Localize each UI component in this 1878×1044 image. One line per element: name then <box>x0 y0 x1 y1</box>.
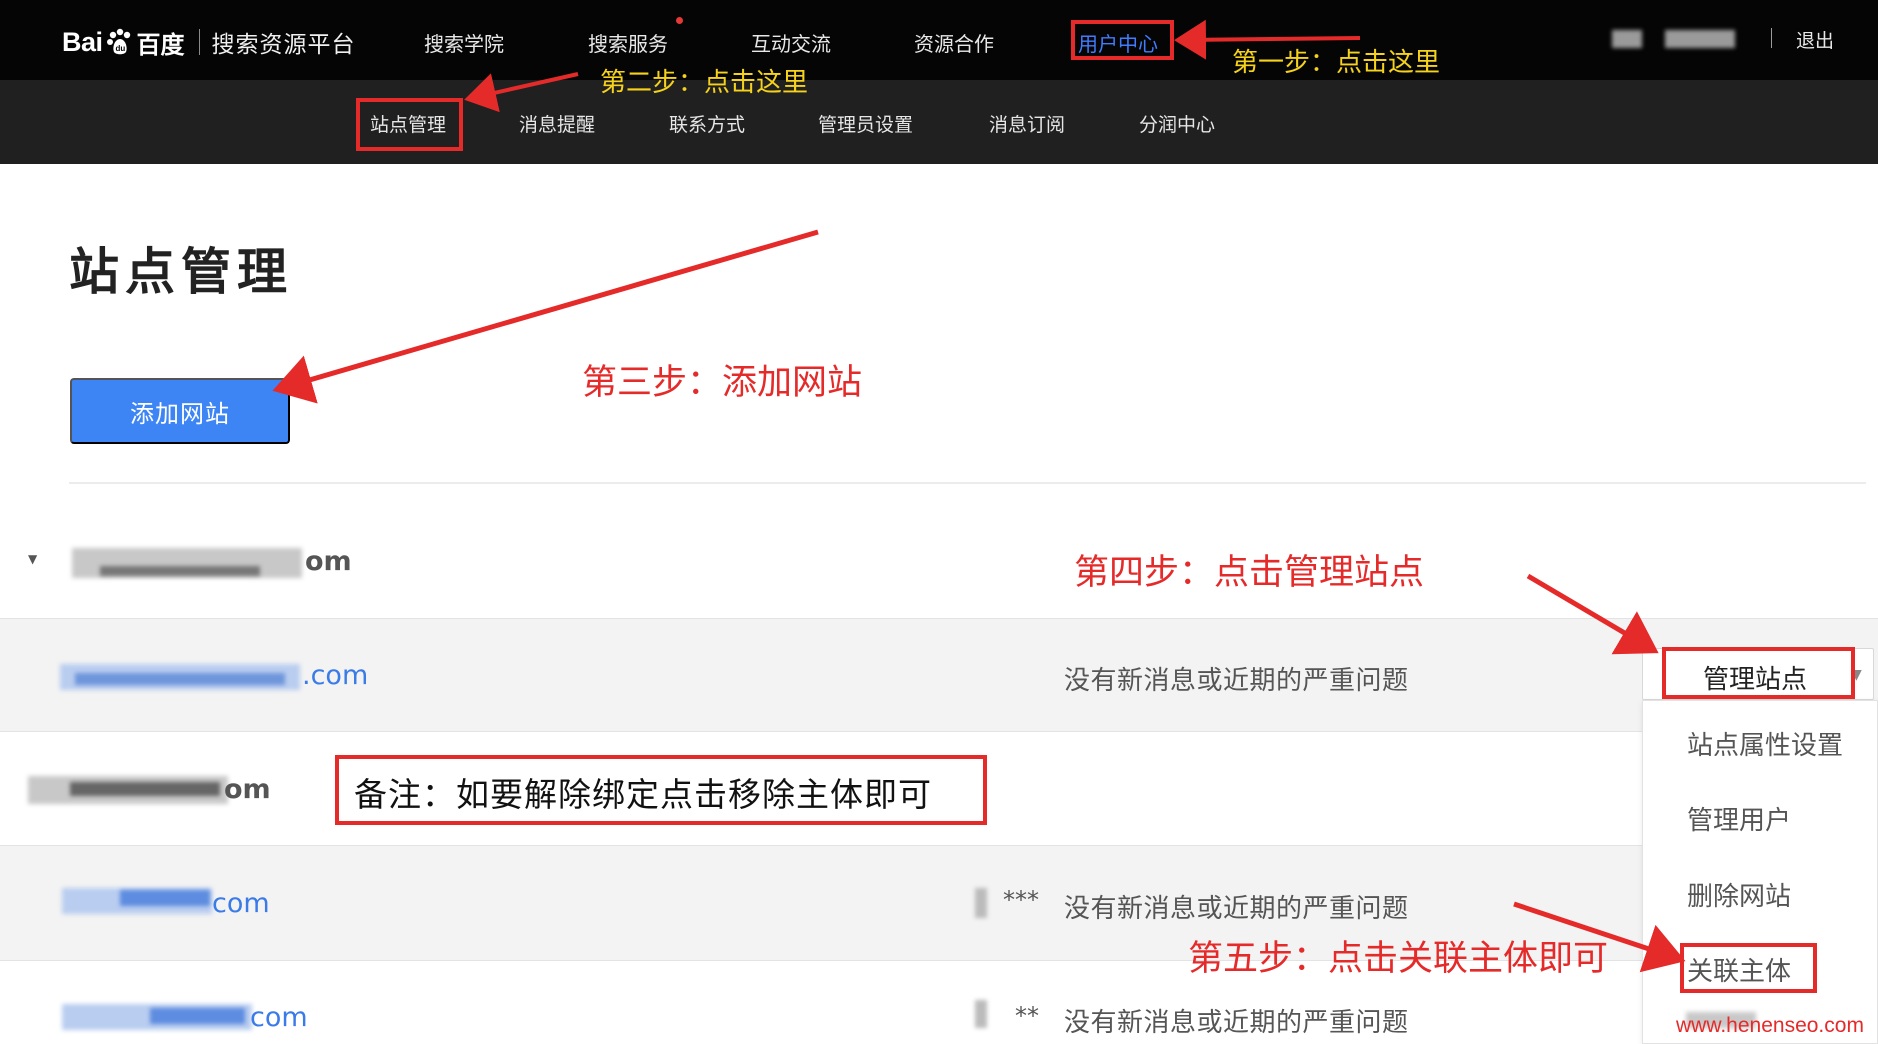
step5-annotation: 第五步：点击关联主体即可 <box>1188 939 1609 979</box>
site-stars: ** <box>1015 1002 1039 1030</box>
site-domain-blur <box>150 1008 245 1024</box>
user-avatar[interactable] <box>1612 30 1642 48</box>
highlight-user-center <box>1071 20 1174 60</box>
site-stars: *** <box>1003 886 1039 914</box>
step1-annotation: 第一步：点击这里 <box>1232 48 1441 78</box>
notification-dot <box>676 17 683 24</box>
expand-caret-icon[interactable]: ▼ <box>28 552 37 566</box>
paw-icon: du <box>106 28 130 55</box>
logout-link[interactable]: 退出 <box>1796 26 1834 53</box>
note-text: 备注：如要解除绑定点击移除主体即可 <box>354 775 932 814</box>
watermark: www.henenseo.com <box>1676 1014 1864 1037</box>
subnav-revenue-center[interactable]: 分润中心 <box>1139 110 1215 137</box>
nav-resource-cooperation[interactable]: 资源合作 <box>914 28 994 57</box>
site-status: 没有新消息或近期的严重问题 <box>1064 894 1409 924</box>
platform-name: 搜索资源平台 <box>211 32 356 58</box>
menu-item-site-properties[interactable]: 站点属性设置 <box>1687 725 1843 762</box>
logo-divider <box>198 29 200 55</box>
site-domain-link[interactable]: com <box>250 1002 308 1033</box>
site-domain[interactable]: om <box>224 774 271 805</box>
step3-annotation: 第三步：添加网站 <box>582 363 863 403</box>
subnav-contact-info[interactable]: 联系方式 <box>669 110 745 137</box>
subnav-message-reminder[interactable]: 消息提醒 <box>519 110 595 137</box>
menu-item-delete-site[interactable]: 删除网站 <box>1687 876 1791 913</box>
step2-annotation: 第二步：点击这里 <box>600 68 809 98</box>
site-domain-blur <box>70 782 220 796</box>
site-domain[interactable]: om <box>305 546 352 577</box>
subnav-message-subscription[interactable]: 消息订阅 <box>989 110 1065 137</box>
site-status: 没有新消息或近期的严重问题 <box>1064 666 1409 696</box>
step4-annotation: 第四步：点击管理站点 <box>1074 553 1425 593</box>
nav-interaction[interactable]: 互动交流 <box>751 28 831 57</box>
site-owner-blur <box>975 888 987 918</box>
site-status: 没有新消息或近期的严重问题 <box>1064 1008 1409 1038</box>
sub-nav-bar <box>0 80 1878 164</box>
user-name[interactable] <box>1665 30 1735 48</box>
highlight-site-management <box>356 98 463 151</box>
section-divider <box>69 482 1866 484</box>
page-title: 站点管理 <box>69 243 293 301</box>
highlight-manage-site <box>1662 647 1855 699</box>
logo-text-en: Bai <box>62 26 103 57</box>
site-domain-link[interactable]: com <box>212 888 270 919</box>
highlight-link-entity <box>1680 943 1817 993</box>
user-divider <box>1771 28 1772 48</box>
add-website-button[interactable]: 添加网站 <box>70 378 290 444</box>
site-owner-blur <box>975 1000 987 1028</box>
site-domain-link[interactable]: .com <box>302 660 368 691</box>
subnav-admin-settings[interactable]: 管理员设置 <box>818 110 913 137</box>
site-domain-blur <box>120 890 210 906</box>
svg-text:du: du <box>115 44 125 53</box>
menu-item-manage-users[interactable]: 管理用户 <box>1687 800 1791 837</box>
nav-search-academy[interactable]: 搜索学院 <box>424 28 504 57</box>
site-domain-blur <box>100 566 260 576</box>
nav-search-service[interactable]: 搜索服务 <box>588 28 668 57</box>
logo-text-cn: 百度 <box>136 30 185 59</box>
site-domain-blur <box>75 673 285 685</box>
baidu-logo[interactable]: Bai du 百度 搜索资源平台 <box>62 22 356 62</box>
